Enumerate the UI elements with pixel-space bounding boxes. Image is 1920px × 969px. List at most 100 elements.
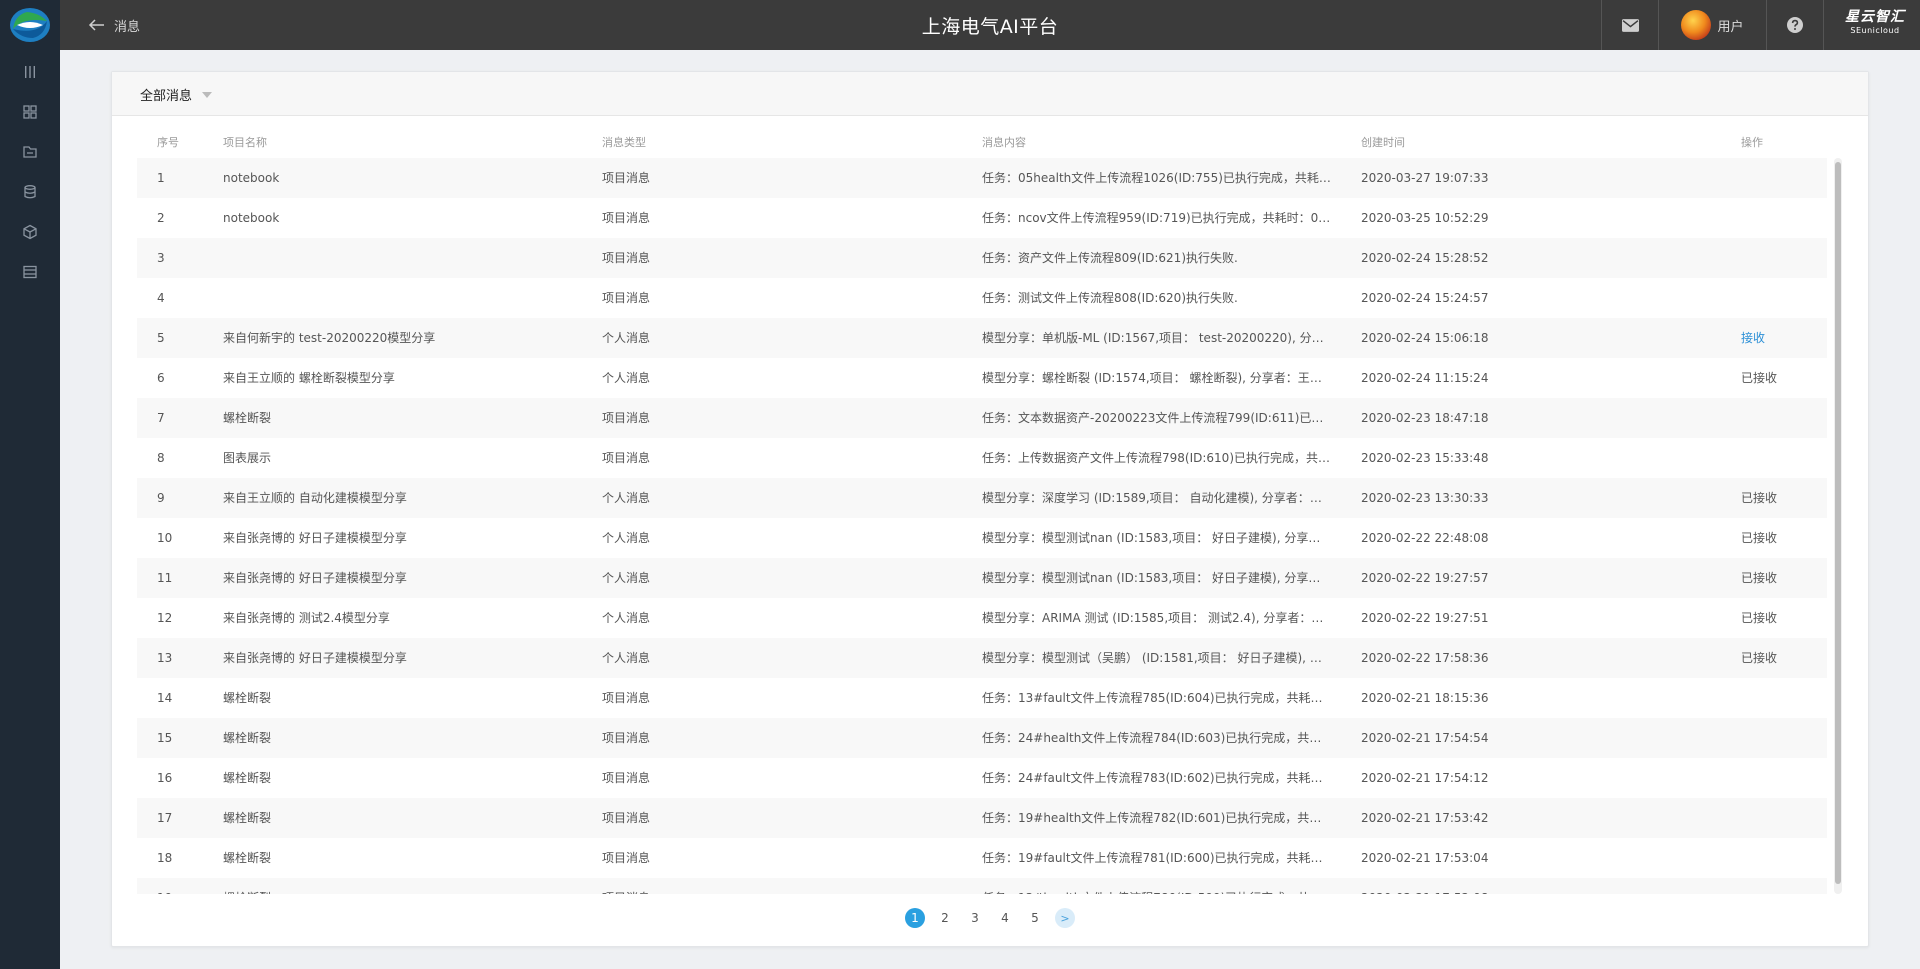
next-page-button[interactable]: > [1055,908,1075,928]
table-row[interactable]: 11 来自张尧博的 好日子建模模型分享 个人消息 模型分享：模型测试nan (ID:1… [137,558,1827,598]
row-created-time: 2020-02-24 15:24:57 [1361,291,1489,305]
row-number: 12 [157,611,173,625]
message-table-body: 1 notebook 项目消息 任务：05health文件上传流程1026(ID:75… [137,158,1827,894]
table-row[interactable]: 6 来自王立顺的 螺栓断裂模型分享 个人消息 模型分享：螺栓断裂 (ID:1574,项… [137,358,1827,398]
help-button[interactable] [1767,0,1823,50]
app-logo[interactable] [9,7,51,43]
row-created-time: 2020-02-24 15:06:18 [1361,331,1489,345]
column-header-time: 创建时间 [1361,136,1405,149]
user-label: 用户 [1717,19,1744,35]
table-row[interactable]: 5 来自何新宇的 test-20200220模型分享 个人消息 模型分享：单机版-ML… [137,318,1827,358]
message-filter-dropdown[interactable]: 全部消息 [140,85,213,104]
row-created-time: 2020-02-22 17:58:36 [1361,651,1489,665]
table-row[interactable]: 17 螺栓断裂 项目消息 任务：19#health文件上传流程782(ID:601)已… [137,798,1827,838]
table-row[interactable]: 2 notebook 项目消息 任务：ncov文件上传流程959(ID:719)已执行… [137,198,1827,238]
row-number: 3 [157,251,165,265]
back-button[interactable]: 消息 [88,15,140,35]
row-created-time: 2020-02-22 19:27:51 [1361,611,1489,625]
column-header-action: 操作 [1741,136,1763,149]
row-number: 16 [157,771,173,785]
table-row[interactable]: 12 来自张尧博的 测试2.4模型分享 个人消息 模型分享：ARIMA 测试 (ID:… [137,598,1827,638]
sidebar-collapse-icon[interactable] [20,62,40,82]
row-number: 5 [157,331,165,345]
row-message-type: 项目消息 [602,211,651,225]
row-message-type: 项目消息 [602,291,651,305]
panel-header: 全部消息 [112,72,1868,116]
help-icon [1787,17,1803,33]
message-panel: 全部消息 序号 项目名称 消息类型 消息内容 创建时间 操作 1 notebook… [111,71,1869,947]
row-message-content: 模型分享：螺栓断裂 (ID:1574,项目： 螺栓断裂), 分享者：王立… [982,371,1332,385]
pagination: 1 2 3 4 5 > [112,908,1868,930]
brand-name-cn: 星云智汇 [1845,9,1905,25]
table-row[interactable]: 18 螺栓断裂 项目消息 任务：19#fault文件上传流程781(ID:600)已执… [137,838,1827,878]
column-header-content: 消息内容 [982,136,1026,149]
row-message-content: 任务：24#fault文件上传流程783(ID:602)已执行完成，共耗时：… [982,771,1332,785]
row-project-name: notebook [223,211,280,225]
table-row[interactable]: 10 来自张尧博的 好日子建模模型分享 个人消息 模型分享：模型测试nan (ID:1… [137,518,1827,558]
mail-button[interactable] [1602,0,1658,50]
page-5-button[interactable]: 5 [1025,908,1045,928]
row-project-name: 螺栓断裂 [223,771,272,785]
row-project-name: notebook [223,171,280,185]
row-message-type: 项目消息 [602,771,651,785]
row-created-time: 2020-02-21 17:53:04 [1361,851,1489,865]
row-message-type: 项目消息 [602,811,651,825]
row-number: 11 [157,571,173,585]
column-header-type: 消息类型 [602,136,646,149]
sidebar-item-cube-icon[interactable] [20,222,40,242]
page-3-button[interactable]: 3 [965,908,985,928]
table-header: 序号 项目名称 消息类型 消息内容 创建时间 操作 [137,130,1847,152]
table-row[interactable]: 3 项目消息 任务：资产文件上传流程809(ID:621)执行失败. 2020-02-… [137,238,1827,278]
user-menu[interactable]: 用户 [1659,0,1766,50]
row-project-name: 螺栓断裂 [223,890,583,894]
row-message-type: 个人消息 [602,371,651,385]
table-row[interactable]: 4 项目消息 任务：测试文件上传流程808(ID:620)执行失败. 2020-02-… [137,278,1827,318]
sidebar-item-dashboard-icon[interactable] [20,102,40,122]
row-created-time: 2020-02-23 18:47:18 [1361,411,1489,425]
brand-logo: 星云智汇 SEunicloud [1842,8,1908,42]
sidebar-item-folder-icon[interactable] [20,142,40,162]
page-4-button[interactable]: 4 [995,908,1015,928]
sidebar-item-list-icon[interactable] [20,262,40,282]
row-message-content: 任务：05health文件上传流程1026(ID:755)已执行完成，共耗时… [982,171,1332,185]
table-row[interactable]: 9 来自王立顺的 自动化建模模型分享 个人消息 模型分享：深度学习 (ID:1589,… [137,478,1827,518]
row-message-content: 任务：文本数据资产-20200223文件上传流程799(ID:611)已执行… [982,411,1332,425]
accepted-status: 已接收 [1741,571,1778,585]
accepted-status: 已接收 [1741,531,1778,545]
row-message-content: 任务：13#health文件上传流程780(ID:599)已执行完成，共耗时… [982,890,1332,894]
scrollbar-thumb[interactable] [1835,162,1841,884]
table-scrollbar[interactable] [1834,158,1842,894]
row-project-name: 来自张尧博的 测试2.4模型分享 [223,611,390,625]
row-message-type: 项目消息 [602,851,651,865]
table-row[interactable]: 15 螺栓断裂 项目消息 任务：24#health文件上传流程784(ID:603)已… [137,718,1827,758]
page-2-button[interactable]: 2 [935,908,955,928]
row-number: 19 [157,890,197,894]
column-header-no: 序号 [157,136,179,149]
row-message-content: 任务：19#health文件上传流程782(ID:601)已执行完成，共耗时… [982,811,1332,825]
row-number: 6 [157,371,165,385]
table-row[interactable]: 14 螺栓断裂 项目消息 任务：13#fault文件上传流程785(ID:604)已执… [137,678,1827,718]
accept-share-link[interactable]: 接收 [1741,330,1811,346]
row-message-content: 任务：上传数据资产文件上传流程798(ID:610)已执行完成，共耗… [982,451,1332,465]
top-header: 消息 上海电气AI平台 用户 星云智汇 SEunicloud [60,0,1920,50]
row-number: 13 [157,651,173,665]
row-message-type: 个人消息 [602,331,651,345]
mail-icon [1621,18,1639,32]
row-created-time: 2020-02-21 17:54:12 [1361,771,1489,785]
sidebar [0,0,60,969]
table-row[interactable]: 19 螺栓断裂 项目消息 任务：13#health文件上传流程780(ID:599)已… [137,878,1827,894]
avatar [1681,10,1712,40]
row-message-content: 模型分享：深度学习 (ID:1589,项目： 自动化建模), 分享者：王… [982,491,1332,505]
row-message-type: 项目消息 [602,451,651,465]
table-row[interactable]: 1 notebook 项目消息 任务：05health文件上传流程1026(ID:75… [137,158,1827,198]
row-project-name: 螺栓断裂 [223,731,272,745]
row-project-name: 螺栓断裂 [223,691,272,705]
sidebar-item-database-icon[interactable] [20,182,40,202]
table-row[interactable]: 8 图表展示 项目消息 任务：上传数据资产文件上传流程798(ID:610)已执行完成… [137,438,1827,478]
accepted-status: 已接收 [1741,491,1778,505]
table-row[interactable]: 13 来自张尧博的 好日子建模模型分享 个人消息 模型分享：模型测试（吴鹏） (ID:… [137,638,1827,678]
row-message-type: 项目消息 [602,731,651,745]
table-row[interactable]: 16 螺栓断裂 项目消息 任务：24#fault文件上传流程783(ID:602)已执… [137,758,1827,798]
page-1-button[interactable]: 1 [905,908,925,928]
table-row[interactable]: 7 螺栓断裂 项目消息 任务：文本数据资产-20200223文件上传流程799(ID:… [137,398,1827,438]
